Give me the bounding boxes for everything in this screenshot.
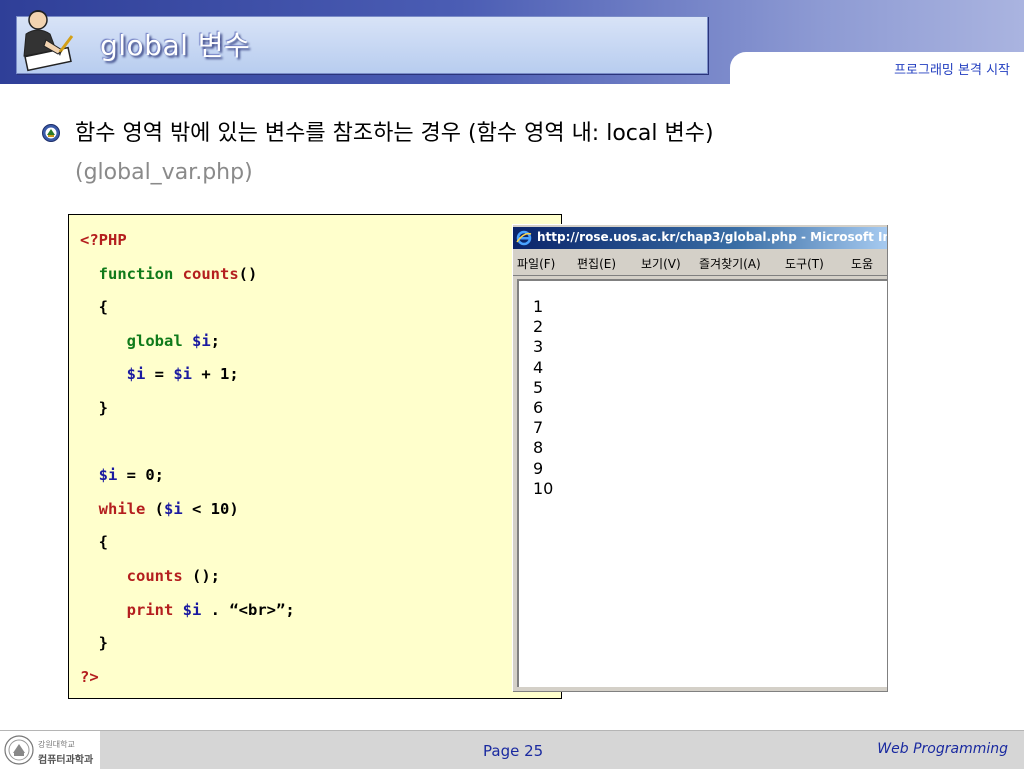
code-token: global xyxy=(126,331,192,350)
output-line: 1 xyxy=(533,297,544,316)
page-title: global 변수 xyxy=(100,29,251,62)
output-line: 8 xyxy=(533,438,544,458)
output-line: 10 xyxy=(533,478,554,498)
code-listing: <?PHP function counts() { global $i; $i … xyxy=(68,214,562,699)
ie-icon xyxy=(516,230,532,246)
code-token: <?PHP xyxy=(80,231,127,249)
code-token: = 0; xyxy=(117,466,165,485)
code-line: $i = $i + 1; xyxy=(80,365,239,383)
code-token: } xyxy=(80,399,108,417)
section-subtitle: 프로그래밍 본격 시작 xyxy=(894,63,1010,78)
output-line: 2 xyxy=(533,317,544,337)
menu-item[interactable]: 편집(E) xyxy=(577,255,616,272)
code-line: while ($i < 10) xyxy=(80,500,239,518)
code-token: $i xyxy=(173,365,193,384)
browser-titlebar: http://rose.uos.ac.kr/chap3/global.php -… xyxy=(513,227,887,249)
code-line: } xyxy=(80,634,108,652)
university-seal-icon xyxy=(4,735,34,765)
code-token: counts xyxy=(182,264,239,283)
code-line: $i = 0; xyxy=(80,466,164,484)
browser-content: 1 2 3 4 5 6 7 8 9 10 xyxy=(517,279,887,687)
page-number: Page 25 xyxy=(483,742,544,760)
output-line: 7 xyxy=(533,418,544,438)
bullet-filename: (global_var.php) xyxy=(75,160,253,185)
code-token: while xyxy=(98,499,146,518)
menu-item[interactable]: 즐겨찾기(A) xyxy=(699,255,761,272)
browser-title: http://rose.uos.ac.kr/chap3/global.php -… xyxy=(537,230,887,244)
code-token: print xyxy=(126,600,183,619)
code-line: print $i . “<br>”; xyxy=(80,601,295,619)
course-name: Web Programming xyxy=(877,741,1008,757)
code-token: = xyxy=(145,365,174,384)
code-line: counts (); xyxy=(80,567,220,585)
code-token: $i xyxy=(98,466,118,485)
output-line: 4 xyxy=(533,357,544,377)
code-token: + 1; xyxy=(192,365,239,384)
code-line: function counts() xyxy=(80,264,258,283)
browser-menubar: 파일(F) 편집(E) 보기(V) 즐겨찾기(A) 도구(T) 도움 xyxy=(513,251,887,276)
code-token: ; xyxy=(210,331,221,350)
code-token: $i xyxy=(182,600,202,619)
code-line: global $i; xyxy=(80,332,220,350)
code-token: } xyxy=(80,634,108,653)
code-line: ?> xyxy=(80,668,99,686)
code-token: function xyxy=(98,264,183,283)
bullet-emblem-icon xyxy=(42,124,60,142)
writer-figure-icon xyxy=(23,10,74,72)
output-line: 9 xyxy=(533,458,544,478)
code-token: { xyxy=(80,298,108,317)
code-token: ?> xyxy=(80,667,99,686)
browser-window: http://rose.uos.ac.kr/chap3/global.php -… xyxy=(512,224,887,691)
code-token: { xyxy=(80,533,108,552)
code-token: $i xyxy=(164,499,183,518)
code-token: < 10) xyxy=(182,499,239,518)
code-line: <?PHP xyxy=(80,231,127,249)
bullet-text: 함수 영역 밖에 있는 변수를 참조하는 경우 (함수 영역 내: local … xyxy=(75,121,714,146)
menu-item[interactable]: 파일(F) xyxy=(517,255,555,272)
code-token: counts xyxy=(126,567,183,585)
slide-header: global 변수 프로그래밍 본격 시작 xyxy=(0,0,1024,84)
university-logo: 강원대학교 컴퓨터과학과 xyxy=(0,731,100,769)
menu-item[interactable]: 도움 xyxy=(851,255,873,272)
code-token: (); xyxy=(182,567,220,585)
code-token: . “<br>”; xyxy=(201,600,295,619)
code-token: () xyxy=(238,264,258,283)
menu-item[interactable]: 보기(V) xyxy=(641,255,681,272)
footer-org-line2: 컴퓨터과학과 xyxy=(38,755,94,766)
output-line: 6 xyxy=(533,398,544,417)
output-line: 3 xyxy=(533,337,544,357)
code-token: ( xyxy=(145,499,165,518)
code-token: $i xyxy=(126,365,146,384)
code-line: } xyxy=(80,399,108,417)
code-line: { xyxy=(80,298,108,316)
code-line: { xyxy=(80,533,108,551)
footer-org-line1: 강원대학교 xyxy=(38,740,75,749)
code-token: $i xyxy=(192,331,211,350)
slide-footer: 강원대학교 컴퓨터과학과 Page 25 Web Programming xyxy=(0,730,1024,769)
output-line: 5 xyxy=(533,377,544,397)
menu-item[interactable]: 도구(T) xyxy=(785,255,824,272)
